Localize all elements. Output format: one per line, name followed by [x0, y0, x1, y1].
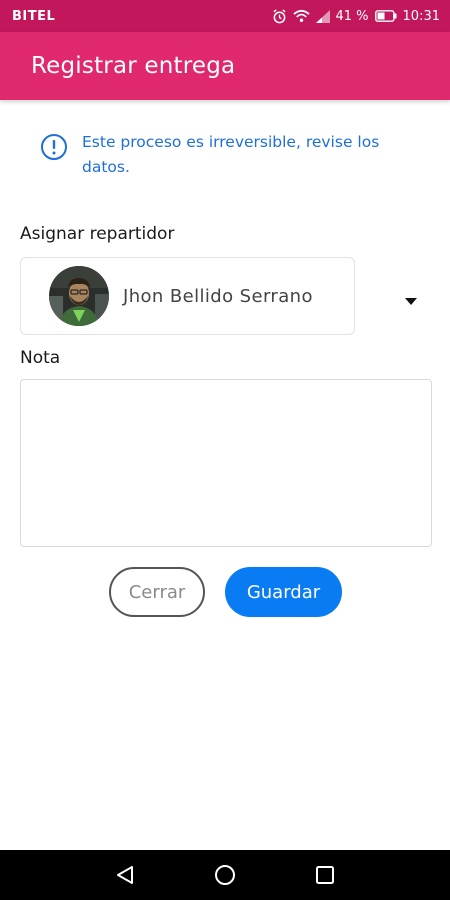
- page-title: Registrar entrega: [31, 53, 236, 79]
- note-label: Nota: [20, 348, 61, 368]
- status-bar: BITEL 41 % 10:31: [0, 0, 450, 32]
- courier-select[interactable]: Jhon Bellido Serrano: [20, 257, 430, 335]
- caret-down-icon[interactable]: [405, 291, 417, 305]
- avatar: [49, 266, 109, 326]
- clock-label: 10:31: [402, 8, 440, 24]
- back-icon[interactable]: [114, 864, 136, 886]
- assign-courier-label: Asignar repartidor: [20, 224, 175, 244]
- alarm-icon: [272, 8, 287, 24]
- signal-icon: [315, 9, 330, 23]
- close-button[interactable]: Cerrar: [109, 567, 205, 617]
- battery-percentage: 41 %: [335, 8, 369, 24]
- info-circle-icon: [40, 133, 68, 161]
- note-textarea[interactable]: [20, 379, 432, 547]
- wifi-icon: [292, 9, 310, 23]
- status-icons: 41 % 10:31: [272, 8, 440, 24]
- info-banner: Este proceso es irreversible, revise los…: [40, 130, 420, 180]
- system-nav-bar: [0, 850, 450, 900]
- courier-select-card[interactable]: Jhon Bellido Serrano: [20, 257, 355, 335]
- carrier-label: BITEL: [12, 8, 56, 24]
- save-button[interactable]: Guardar: [225, 567, 342, 617]
- selected-courier-name: Jhon Bellido Serrano: [123, 285, 313, 307]
- info-message: Este proceso es irreversible, revise los…: [82, 133, 380, 176]
- home-icon[interactable]: [214, 864, 236, 886]
- battery-icon: [374, 10, 397, 22]
- app-bar: Registrar entrega: [0, 32, 450, 100]
- recents-icon[interactable]: [314, 864, 336, 886]
